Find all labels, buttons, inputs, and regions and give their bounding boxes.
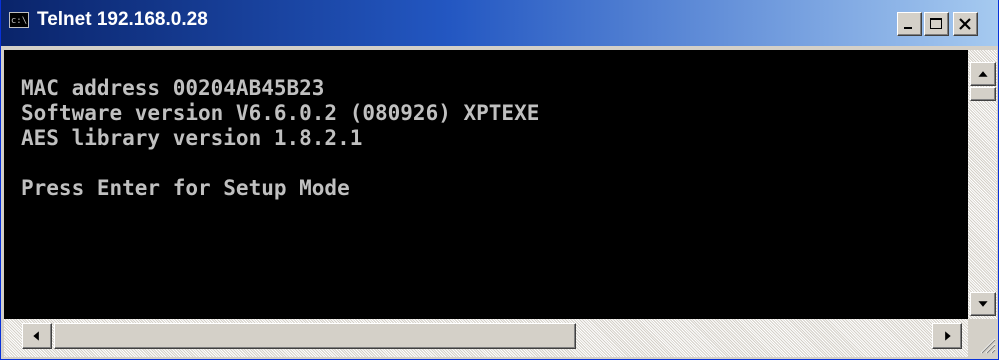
scroll-down-button[interactable] [970, 292, 996, 316]
vertical-scrollbar[interactable] [968, 50, 997, 319]
telnet-window: c:\ Telnet 192.168.0.28 MAC address 0020… [0, 0, 999, 360]
arrow-down-icon [978, 301, 988, 307]
console-icon[interactable]: c:\ [9, 12, 29, 28]
terminal-line-aes: AES library version 1.8.2.1 [21, 126, 363, 150]
maximize-button[interactable] [924, 12, 949, 36]
minimize-icon [904, 27, 912, 29]
arrow-up-icon [978, 71, 988, 77]
scroll-up-button[interactable] [970, 62, 996, 86]
maximize-icon [930, 18, 942, 29]
scroll-right-button[interactable] [932, 323, 962, 349]
size-grip[interactable] [968, 319, 997, 357]
terminal-line-software: Software version V6.6.0.2 (080926) XPTEX… [21, 101, 540, 125]
minimize-button[interactable] [897, 12, 922, 36]
terminal-line-mac: MAC address 00204AB45B23 [21, 76, 325, 100]
arrow-left-icon [33, 331, 39, 341]
resize-grip-icon [980, 338, 996, 354]
window-title: Telnet 192.168.0.28 [37, 9, 208, 30]
title-bar[interactable]: c:\ Telnet 192.168.0.28 [1, 0, 998, 48]
vertical-scroll-thumb[interactable] [970, 87, 996, 101]
terminal-output[interactable]: MAC address 00204AB45B23 Software versio… [4, 50, 968, 319]
horizontal-scroll-thumb[interactable] [54, 323, 576, 349]
terminal-line-prompt: Press Enter for Setup Mode [21, 176, 350, 200]
arrow-right-icon [945, 331, 951, 341]
horizontal-scrollbar[interactable] [4, 319, 968, 357]
close-button[interactable] [953, 12, 978, 36]
close-icon [959, 18, 971, 30]
scroll-left-button[interactable] [22, 323, 52, 349]
